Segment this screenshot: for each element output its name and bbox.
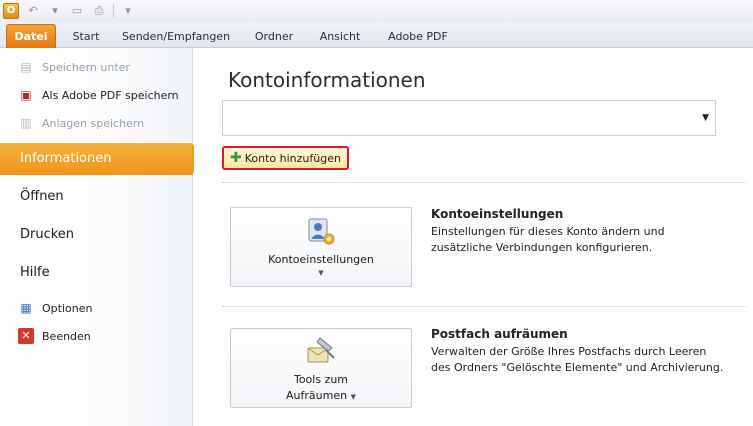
outlook-app-icon[interactable]: O [3,3,19,19]
page-title: Kontoinformationen [228,68,426,92]
chevron-down-icon: ▼ [350,393,356,401]
save-as-adobe-pdf-command[interactable]: ▣ Als Adobe PDF speichern [0,84,192,106]
cleanup-description-line1: Verwalten der Größe Ihres Postfachs durc… [431,345,707,358]
backstage-nav: ▤ Speichern unter ▣ Als Adobe PDF speich… [0,48,202,426]
exit-icon: ✕ [18,328,34,344]
undo-icon[interactable]: ↶ [25,3,41,19]
tab-start[interactable]: Start [64,26,108,48]
add-account-label: Konto hinzufügen [244,151,341,165]
cleanup-title: Postfach aufräumen [431,327,568,341]
account-settings-button-label: Kontoeinstellungen [268,253,374,266]
toolbar-separator [113,4,114,18]
plus-icon: ✚ [230,150,242,166]
nav-item-hilfe[interactable]: Hilfe [0,257,192,289]
tab-ordner[interactable]: Ordner [244,26,304,48]
cleanup-tools-button-label-line2-text: Aufräumen [286,389,348,402]
section-divider [222,306,746,307]
chevron-down-icon: ▼ [318,269,324,277]
options-command[interactable]: ▦ Optionen [0,297,192,319]
nav-item-oeffnen[interactable]: Öffnen [0,181,192,213]
add-account-button[interactable]: ✚ Konto hinzufügen [222,146,349,170]
save-attachments-command[interactable]: ▥ Anlagen speichern [0,112,192,134]
options-label: Optionen [42,301,93,315]
adobe-pdf-icon: ▣ [20,88,32,102]
account-settings-description-line2: zusätzliche Verbindungen konfigurieren. [431,241,653,254]
section-divider [222,182,746,183]
options-icon: ▦ [20,301,32,315]
account-select[interactable]: ▼ [222,100,716,136]
nav-item-informationen[interactable]: Informationen [0,143,202,175]
tab-ansicht[interactable]: Ansicht [310,26,370,48]
tab-datei[interactable]: Datei [6,24,56,48]
save-as-icon: ▤ [20,60,32,74]
cleanup-description-line2: des Ordners "Gelöschte Elemente" und Arc… [431,361,724,374]
chevron-down-icon: ▼ [702,113,709,123]
exit-command[interactable]: ✕ Beenden [0,325,192,347]
cleanup-tools-button[interactable]: Tools zum Aufräumen ▼ [230,328,412,408]
save-as-adobe-pdf-label: Als Adobe PDF speichern [42,88,179,102]
tab-adobe-pdf[interactable]: Adobe PDF [378,26,458,48]
save-icon[interactable]: ▭ [69,3,85,19]
account-settings-description-line1: Einstellungen für dieses Konto ändern un… [431,225,665,238]
attachments-icon: ▥ [20,116,32,130]
nav-item-drucken[interactable]: Drucken [0,219,192,251]
account-settings-description: Einstellungen für dieses Konto ändern un… [431,224,731,256]
cleanup-description: Verwalten der Größe Ihres Postfachs durc… [431,344,751,376]
customize-toolbar-icon[interactable]: ▾ [120,3,136,19]
cleanup-tools-icon [307,337,335,363]
save-as-command[interactable]: ▤ Speichern unter [0,56,192,78]
tab-senden-empfangen[interactable]: Senden/Empfangen [116,26,236,48]
quick-access-toolbar: O ↶ ▾ ▭ ⎙ ▾ [0,0,753,22]
save-as-label: Speichern unter [42,60,130,74]
exit-label: Beenden [42,329,91,343]
cleanup-tools-button-label-line1: Tools zum [293,373,349,386]
ribbon-tabs: Datei Start Senden/Empfangen Ordner Ansi… [0,22,753,48]
account-settings-icon [308,218,335,245]
account-settings-title: Kontoeinstellungen [431,207,564,221]
cleanup-tools-button-label-line2: Aufräumen ▼ [231,388,411,405]
print-icon[interactable]: ⎙ [91,3,107,19]
account-info-panel: Kontoinformationen ▼ ✚ Konto hinzufügen … [194,48,753,426]
chevron-down-icon[interactable]: ▾ [47,3,63,19]
account-settings-button[interactable]: Kontoeinstellungen ▼ [230,207,412,287]
save-attachments-label: Anlagen speichern [42,116,145,130]
